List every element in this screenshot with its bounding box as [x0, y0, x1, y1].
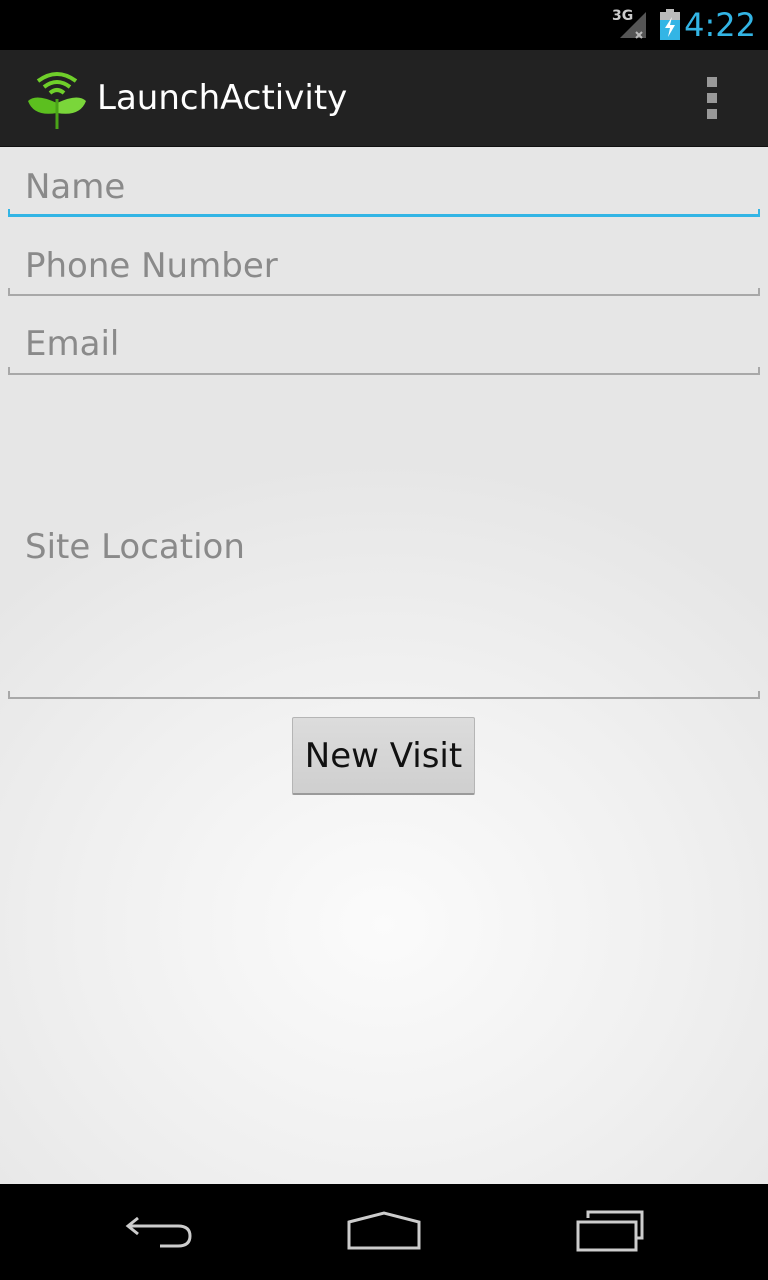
app-logo-icon[interactable] [26, 65, 88, 131]
battery-charging-icon [660, 9, 680, 40]
phone-number-field[interactable]: Phone Number [8, 227, 760, 296]
app-title: LaunchActivity [97, 78, 348, 118]
email-field[interactable]: Email [8, 306, 760, 375]
new-visit-button[interactable]: New Visit [292, 717, 475, 795]
status-time: 4:22 [684, 6, 756, 44]
action-bar: LaunchActivity [0, 50, 768, 147]
email-underline [8, 367, 760, 375]
overflow-menu-icon[interactable] [692, 72, 732, 124]
phone-number-placeholder: Phone Number [25, 246, 278, 286]
phone-number-underline [8, 288, 760, 296]
site-location-field[interactable]: Site Location [8, 387, 760, 699]
site-location-underline [8, 691, 760, 699]
site-location-placeholder: Site Location [25, 527, 245, 567]
recent-apps-icon[interactable] [574, 1208, 646, 1254]
form-container: Name Phone Number Email Site Location Ne… [0, 147, 768, 1184]
name-placeholder: Name [25, 167, 126, 207]
name-field[interactable]: Name [8, 147, 760, 217]
navigation-bar [0, 1184, 768, 1280]
name-underline [8, 209, 760, 217]
signal-icon [620, 12, 646, 39]
status-bar: 3G 4:22 [0, 0, 768, 50]
home-icon[interactable] [346, 1210, 422, 1252]
email-placeholder: Email [25, 324, 120, 364]
back-icon[interactable] [124, 1210, 194, 1252]
